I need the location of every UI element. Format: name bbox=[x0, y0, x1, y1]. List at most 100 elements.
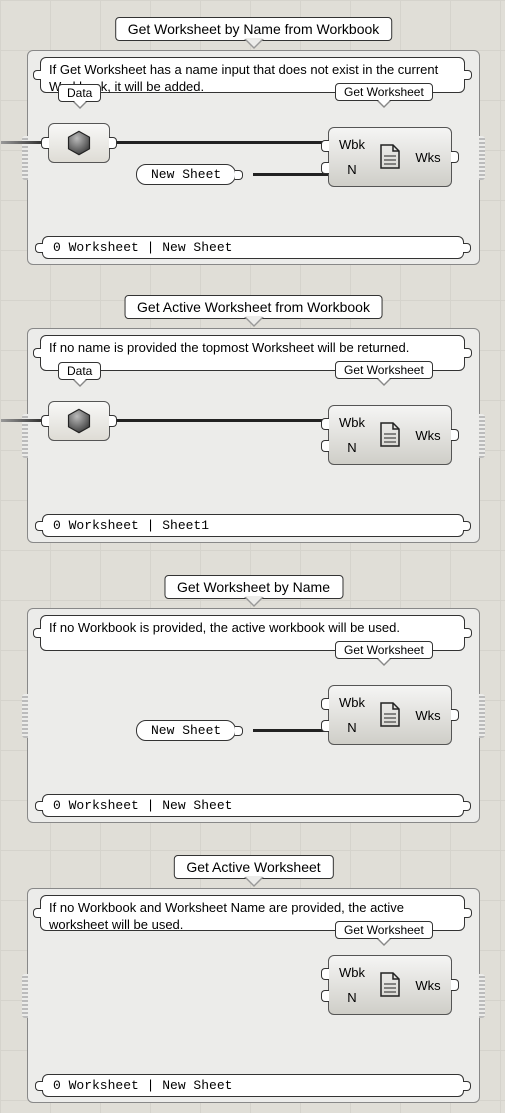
input-value: New Sheet bbox=[151, 723, 221, 738]
label-text: Data bbox=[67, 364, 92, 378]
group-get-active-worksheet-from-workbook[interactable]: Get Active Worksheet from Workbook If no… bbox=[27, 328, 480, 543]
chevron-down-icon bbox=[377, 101, 391, 108]
wbk-input-port-icon[interactable] bbox=[321, 140, 329, 152]
wks-output-port-icon[interactable] bbox=[451, 151, 459, 163]
group-grip-icon bbox=[479, 136, 485, 180]
port-icon[interactable] bbox=[463, 1081, 471, 1091]
description-text: If no Workbook is provided, the active w… bbox=[49, 620, 400, 635]
result-panel[interactable]: 0 Worksheet | New Sheet bbox=[42, 794, 464, 817]
worksheet-icon bbox=[371, 702, 409, 728]
n-label: N bbox=[333, 440, 371, 455]
port-icon[interactable] bbox=[464, 908, 472, 918]
name-input-port-icon[interactable] bbox=[321, 990, 329, 1002]
input-value: New Sheet bbox=[151, 167, 221, 182]
input-port-icon[interactable] bbox=[41, 415, 49, 427]
input-port-icon[interactable] bbox=[41, 137, 49, 149]
chevron-down-icon bbox=[377, 379, 391, 386]
get-worksheet-component[interactable]: Wbk N Wks bbox=[328, 955, 452, 1015]
worksheet-icon bbox=[371, 422, 409, 448]
result-panel[interactable]: 0 Worksheet | Sheet1 bbox=[42, 514, 464, 537]
group-grip-icon bbox=[479, 694, 485, 738]
chevron-down-icon bbox=[73, 380, 87, 387]
port-icon[interactable] bbox=[464, 628, 472, 638]
result-text: 0 Worksheet | Sheet1 bbox=[53, 518, 209, 533]
group-get-worksheet-by-name-from-workbook[interactable]: Get Worksheet by Name from Workbook If G… bbox=[27, 50, 480, 265]
port-icon[interactable] bbox=[33, 908, 41, 918]
port-icon[interactable] bbox=[33, 348, 41, 358]
result-text: 0 Worksheet | New Sheet bbox=[53, 798, 232, 813]
wks-output-port-icon[interactable] bbox=[451, 429, 459, 441]
get-worksheet-component[interactable]: Wbk N Wks bbox=[328, 127, 452, 187]
port-icon[interactable] bbox=[33, 70, 41, 80]
wbk-input-port-icon[interactable] bbox=[321, 968, 329, 980]
component-label[interactable]: Get Worksheet bbox=[335, 641, 433, 659]
wbk-input-port-icon[interactable] bbox=[321, 698, 329, 710]
data-label[interactable]: Data bbox=[58, 84, 101, 102]
wks-label: Wks bbox=[409, 150, 447, 165]
port-icon[interactable] bbox=[464, 348, 472, 358]
label-text: Data bbox=[67, 86, 92, 100]
port-icon[interactable] bbox=[35, 521, 43, 531]
wbk-input-port-icon[interactable] bbox=[321, 418, 329, 430]
label-text: Get Worksheet bbox=[344, 85, 424, 99]
port-icon[interactable] bbox=[33, 628, 41, 638]
worksheet-icon bbox=[371, 972, 409, 998]
output-port-icon[interactable] bbox=[235, 170, 243, 180]
chevron-down-icon bbox=[244, 597, 264, 607]
get-worksheet-component[interactable]: Wbk N Wks bbox=[328, 405, 452, 465]
port-icon[interactable] bbox=[464, 70, 472, 80]
wbk-label: Wbk bbox=[333, 965, 371, 980]
group-grip-icon bbox=[479, 974, 485, 1018]
n-label: N bbox=[333, 720, 371, 735]
hexagon-icon bbox=[65, 407, 93, 435]
group-grip-icon bbox=[22, 974, 28, 1018]
n-label: N bbox=[333, 162, 371, 177]
group-get-worksheet-by-name[interactable]: Get Worksheet by Name If no Workbook is … bbox=[27, 608, 480, 823]
get-worksheet-component[interactable]: Wbk N Wks bbox=[328, 685, 452, 745]
port-icon[interactable] bbox=[463, 801, 471, 811]
wire bbox=[110, 141, 328, 144]
output-port-icon[interactable] bbox=[235, 726, 243, 736]
data-node[interactable] bbox=[48, 123, 110, 163]
result-text: 0 Worksheet | New Sheet bbox=[53, 240, 232, 255]
wks-label: Wks bbox=[409, 708, 447, 723]
data-node[interactable] bbox=[48, 401, 110, 441]
label-text: Get Worksheet bbox=[344, 643, 424, 657]
name-input-port-icon[interactable] bbox=[321, 162, 329, 174]
wbk-label: Wbk bbox=[333, 415, 371, 430]
label-text: Get Worksheet bbox=[344, 923, 424, 937]
output-port-icon[interactable] bbox=[109, 137, 117, 149]
wks-output-port-icon[interactable] bbox=[451, 979, 459, 991]
group-get-active-worksheet[interactable]: Get Active Worksheet If no Workbook and … bbox=[27, 888, 480, 1103]
port-icon[interactable] bbox=[35, 243, 43, 253]
result-text: 0 Worksheet | New Sheet bbox=[53, 1078, 232, 1093]
group-grip-icon bbox=[22, 694, 28, 738]
data-label[interactable]: Data bbox=[58, 362, 101, 380]
wks-output-port-icon[interactable] bbox=[451, 709, 459, 721]
port-icon[interactable] bbox=[35, 801, 43, 811]
chevron-down-icon bbox=[244, 877, 264, 887]
component-label[interactable]: Get Worksheet bbox=[335, 83, 433, 101]
wks-label: Wks bbox=[409, 978, 447, 993]
port-icon[interactable] bbox=[35, 1081, 43, 1091]
result-panel[interactable]: 0 Worksheet | New Sheet bbox=[42, 1074, 464, 1097]
name-input-port-icon[interactable] bbox=[321, 720, 329, 732]
wbk-label: Wbk bbox=[333, 695, 371, 710]
chevron-down-icon bbox=[73, 102, 87, 109]
wbk-label: Wbk bbox=[333, 137, 371, 152]
name-input-port-icon[interactable] bbox=[321, 440, 329, 452]
description-text: If no name is provided the topmost Works… bbox=[49, 340, 409, 355]
wks-label: Wks bbox=[409, 428, 447, 443]
port-icon[interactable] bbox=[463, 243, 471, 253]
component-label[interactable]: Get Worksheet bbox=[335, 921, 433, 939]
result-panel[interactable]: 0 Worksheet | New Sheet bbox=[42, 236, 464, 259]
chevron-down-icon bbox=[377, 659, 391, 666]
component-label[interactable]: Get Worksheet bbox=[335, 361, 433, 379]
wire bbox=[110, 419, 328, 422]
chevron-down-icon bbox=[244, 39, 264, 49]
worksheet-icon bbox=[371, 144, 409, 170]
sheet-name-input[interactable]: New Sheet bbox=[136, 720, 236, 741]
sheet-name-input[interactable]: New Sheet bbox=[136, 164, 236, 185]
output-port-icon[interactable] bbox=[109, 415, 117, 427]
port-icon[interactable] bbox=[463, 521, 471, 531]
